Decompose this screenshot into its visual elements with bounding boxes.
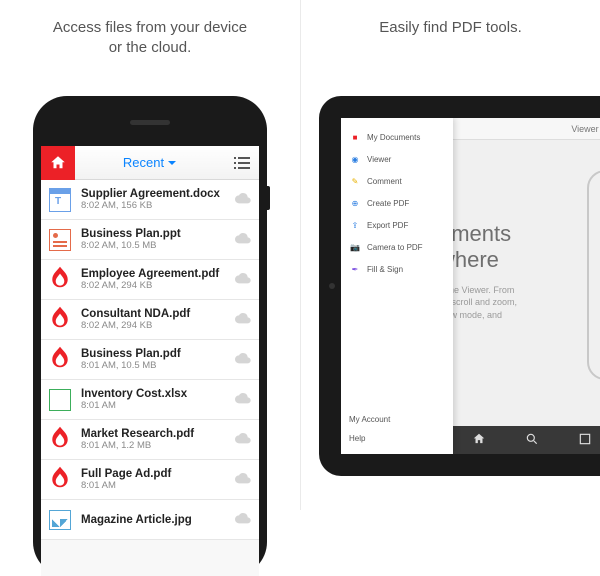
file-name: Magazine Article.jpg: [81, 514, 235, 526]
file-meta: 8:01 AM, 1.2 MB: [81, 440, 235, 451]
cloud-icon[interactable]: [235, 511, 251, 529]
pdf-file-icon: [47, 347, 73, 373]
content-title: Viewer: [571, 124, 598, 134]
tablet-camera: [329, 283, 335, 289]
phone-frame: Recent Supplier Agreement.docx8:02 AM, 1…: [33, 96, 267, 576]
file-meta: 8:02 AM, 10.5 MB: [81, 240, 235, 251]
folder-icon: ■: [349, 131, 361, 143]
cloud-icon[interactable]: [235, 311, 251, 329]
cloud-icon[interactable]: [235, 191, 251, 209]
cloud-icon[interactable]: [235, 231, 251, 249]
tablet-screen: ■ My Documents ◉ Viewer ✎ Comment ⊕ Create PDF ⇪…: [341, 118, 600, 454]
ppt-file-icon: [47, 227, 73, 253]
file-row[interactable]: Inventory Cost.xlsx8:01 AM: [41, 380, 259, 420]
file-name: Employee Agreement.pdf: [81, 268, 235, 280]
file-name: Business Plan.pdf: [81, 348, 235, 360]
drawer-item-label: Fill & Sign: [367, 265, 403, 274]
tool-search-icon[interactable]: [525, 432, 539, 449]
file-row[interactable]: Consultant NDA.pdf8:02 AM, 294 KB: [41, 300, 259, 340]
drawer-item[interactable]: 📷 Camera to PDF: [341, 236, 453, 258]
drawer-bottom-item[interactable]: Help: [341, 429, 453, 448]
pdf-file-icon: [47, 467, 73, 493]
tool-view-icon[interactable]: [578, 432, 592, 449]
file-list: Supplier Agreement.docx8:02 AM, 156 KBBu…: [41, 180, 259, 540]
drawer-item[interactable]: ◉ Viewer: [341, 148, 453, 170]
drawer-item-label: Export PDF: [367, 221, 408, 230]
drawer: ■ My Documents ◉ Viewer ✎ Comment ⊕ Create PDF ⇪…: [341, 118, 453, 454]
cloud-icon[interactable]: [235, 391, 251, 409]
file-name: Full Page Ad.pdf: [81, 468, 235, 480]
file-meta: 8:01 AM: [81, 400, 235, 411]
cloud-icon[interactable]: [235, 471, 251, 489]
camera-icon: 📷: [349, 241, 361, 253]
drawer-item-label: Comment: [367, 177, 402, 186]
file-row[interactable]: Supplier Agreement.docx8:02 AM, 156 KB: [41, 180, 259, 220]
file-meta: 8:02 AM, 294 KB: [81, 280, 235, 291]
create-icon: ⊕: [349, 197, 361, 209]
file-row[interactable]: Magazine Article.jpg: [41, 500, 259, 540]
drawer-item-label: My Account: [349, 415, 390, 424]
sign-icon: ✒: [349, 263, 361, 275]
drawer-item[interactable]: ✒ Fill & Sign: [341, 258, 453, 280]
drawer-item-label: My Documents: [367, 133, 420, 142]
chevron-down-icon: [167, 158, 177, 168]
toolbar-title: Recent: [123, 155, 164, 170]
drawer-item-label: Camera to PDF: [367, 243, 423, 252]
file-row[interactable]: Full Page Ad.pdf8:01 AM: [41, 460, 259, 500]
tablet-frame: ■ My Documents ◉ Viewer ✎ Comment ⊕ Create PDF ⇪…: [319, 96, 600, 476]
jpg-file-icon: [47, 507, 73, 533]
file-name: Market Research.pdf: [81, 428, 235, 440]
cloud-icon[interactable]: [235, 271, 251, 289]
eye-icon: ◉: [349, 153, 361, 165]
docx-file-icon: [47, 187, 73, 213]
pdf-file-icon: [47, 267, 73, 293]
home-icon: [49, 154, 67, 172]
cloud-icon[interactable]: [235, 431, 251, 449]
file-name: Inventory Cost.xlsx: [81, 388, 235, 400]
list-icon: [234, 157, 250, 169]
export-icon: ⇪: [349, 219, 361, 231]
phone-illustration: [587, 170, 600, 380]
promo-text: d uments where n the Viewer. From en scr…: [453, 196, 600, 334]
phone-screen: Recent Supplier Agreement.docx8:02 AM, 1…: [41, 146, 259, 576]
drawer-item-label: Viewer: [367, 155, 391, 164]
caption-left: Access files from your device or the clo…: [0, 0, 300, 71]
drawer-bottom-item[interactable]: My Account: [341, 410, 453, 429]
file-row[interactable]: Business Plan.pdf8:01 AM, 10.5 MB: [41, 340, 259, 380]
pdf-file-icon: [47, 307, 73, 333]
phone-side-button: [267, 186, 270, 210]
file-row[interactable]: Market Research.pdf8:01 AM, 1.2 MB: [41, 420, 259, 460]
drawer-item[interactable]: ⇪ Export PDF: [341, 214, 453, 236]
phone-speaker: [130, 120, 170, 125]
file-name: Consultant NDA.pdf: [81, 308, 235, 320]
caption-right: Easily find PDF tools.: [301, 0, 600, 50]
drawer-item-label: Help: [349, 434, 365, 443]
cloud-icon[interactable]: [235, 351, 251, 369]
content-header: Viewer Undo: [453, 118, 600, 140]
file-meta: 8:02 AM, 156 KB: [81, 200, 235, 211]
drawer-item[interactable]: ✎ Comment: [341, 170, 453, 192]
pdf-file-icon: [47, 427, 73, 453]
home-button[interactable]: [41, 146, 75, 180]
file-row[interactable]: Business Plan.ppt8:02 AM, 10.5 MB: [41, 220, 259, 260]
comment-icon: ✎: [349, 175, 361, 187]
drawer-item-label: Create PDF: [367, 199, 409, 208]
tool-home-icon[interactable]: [472, 432, 486, 449]
xlsx-file-icon: [47, 387, 73, 413]
toolbar: Recent: [41, 146, 259, 180]
file-meta: 8:02 AM, 294 KB: [81, 320, 235, 331]
drawer-item[interactable]: ■ My Documents: [341, 126, 453, 148]
file-name: Business Plan.ppt: [81, 228, 235, 240]
drawer-item[interactable]: ⊕ Create PDF: [341, 192, 453, 214]
content-area: Viewer Undo d uments where n the Viewer.…: [453, 118, 600, 454]
recent-dropdown[interactable]: Recent: [75, 155, 225, 170]
view-mode-button[interactable]: [225, 157, 259, 169]
file-name: Supplier Agreement.docx: [81, 188, 235, 200]
bottom-toolbar: [453, 426, 600, 454]
file-meta: 8:01 AM: [81, 480, 235, 491]
file-row[interactable]: Employee Agreement.pdf8:02 AM, 294 KB: [41, 260, 259, 300]
file-meta: 8:01 AM, 10.5 MB: [81, 360, 235, 371]
